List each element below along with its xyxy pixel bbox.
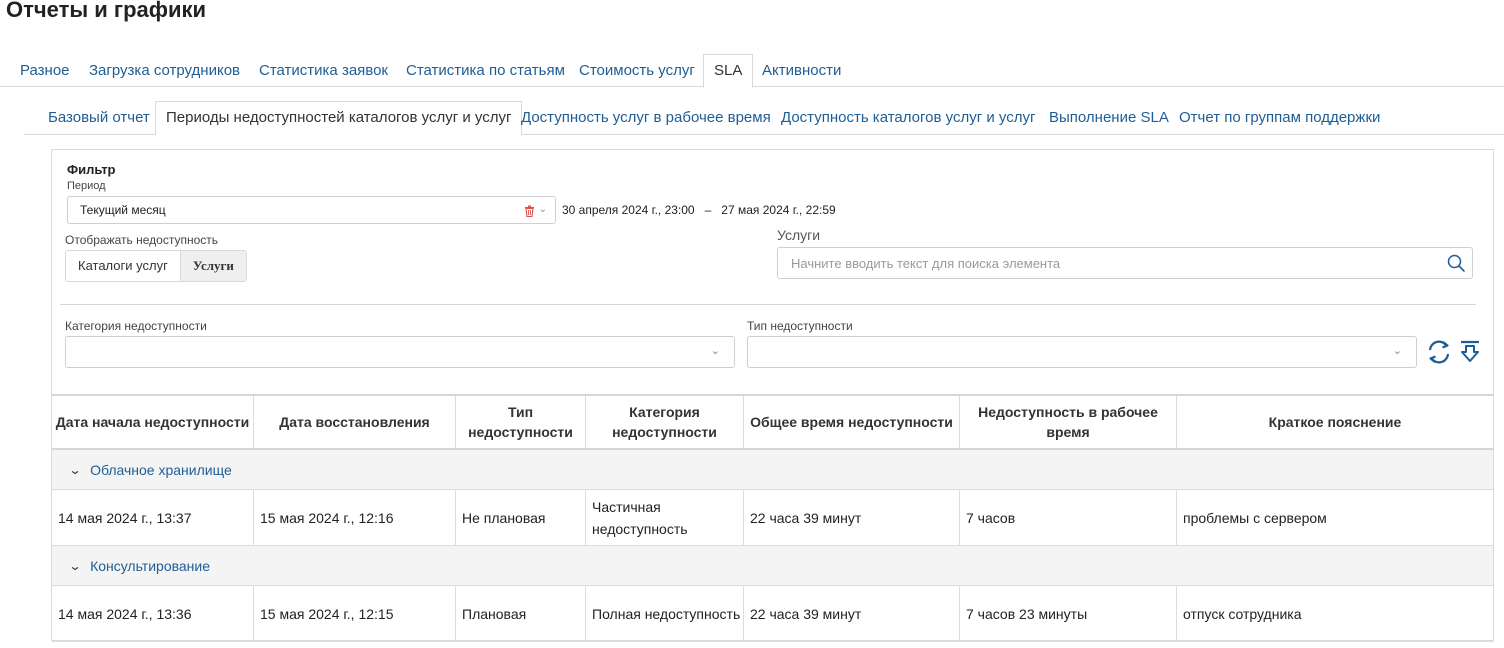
period-label: Период	[67, 180, 106, 192]
cell-comment: отпуск сотрудника	[1183, 605, 1302, 622]
header-start-date[interactable]: Дата начала недоступности	[52, 396, 254, 448]
chevron-down-icon: ⌄	[1392, 345, 1402, 357]
header-restore-date[interactable]: Дата восстановления	[254, 396, 456, 448]
chevron-down-icon[interactable]: ⌄	[68, 559, 81, 573]
cell-worktime: 7 часов	[960, 490, 1177, 545]
tab-sla[interactable]: SLA	[703, 54, 754, 88]
period-value: Текущий месяц	[80, 203, 166, 217]
date-range: 30 апреля 2024 г., 23:00–27 мая 2024 г.,…	[562, 203, 836, 217]
cell-category: Частичная недоступность	[586, 490, 744, 545]
cell-category: Полная недоступность	[586, 586, 744, 641]
tab-activities[interactable]: Активности	[762, 54, 841, 87]
date-from: 30 апреля 2024 г., 23:00	[562, 203, 695, 217]
tab-employee-load[interactable]: Загрузка сотрудников	[89, 54, 240, 87]
header-category[interactable]: Категория недоступности	[586, 396, 744, 448]
cell-total-time: 22 часа 39 минут	[744, 586, 960, 641]
services-search-input[interactable]	[778, 248, 1438, 278]
tab-misc[interactable]: Разное	[20, 54, 70, 87]
refresh-icon[interactable]	[1426, 339, 1452, 365]
cell-total-time: 22 часа 39 минут	[744, 490, 960, 545]
page-title: Отчеты и графики	[6, 0, 207, 22]
toggle-catalogs[interactable]: Каталоги услуг	[66, 251, 180, 281]
subtab-sla-execution[interactable]: Выполнение SLA	[1049, 101, 1169, 135]
table-row[interactable]: 14 мая 2024 г., 13:36 15 мая 2024 г., 12…	[52, 586, 1493, 642]
trash-icon[interactable]	[524, 197, 535, 223]
cell-type: Плановая	[456, 586, 586, 641]
show-toggle: Каталоги услуг Услуги	[65, 250, 247, 282]
chevron-down-icon[interactable]: ⌄	[68, 463, 81, 477]
cell-worktime: 7 часов 23 минуты	[960, 586, 1177, 641]
type-label: Тип недоступности	[747, 319, 853, 333]
chevron-down-icon: ⌄	[710, 345, 720, 357]
subtab-catalog-availability[interactable]: Доступность каталогов услуг и услуг	[781, 101, 1035, 135]
services-label: Услуги	[777, 227, 821, 243]
group-name[interactable]: Облачное хранилище	[90, 462, 232, 478]
cell-restore-date: 15 мая 2024 г., 12:16	[254, 490, 456, 545]
group-row[interactable]: ⌄ Консультирование	[52, 546, 1493, 586]
filter-title: Фильтр	[67, 162, 116, 177]
header-worktime[interactable]: Недоступность в рабочее время	[960, 396, 1177, 448]
table-row[interactable]: 14 мая 2024 г., 13:37 15 мая 2024 г., 12…	[52, 490, 1493, 546]
category-select[interactable]: ⌄	[65, 336, 735, 368]
report-panel: Фильтр Период Текущий месяц ⌄ 30 апреля …	[51, 149, 1494, 642]
chevron-down-icon[interactable]: ⌄	[539, 197, 547, 223]
report-table: Дата начала недоступности Дата восстанов…	[52, 394, 1493, 642]
group-name[interactable]: Консультирование	[90, 558, 210, 574]
subtab-basic-report[interactable]: Базовый отчет	[48, 101, 150, 135]
type-select[interactable]: ⌄	[747, 336, 1417, 368]
show-label: Отображать недоступность	[65, 233, 218, 247]
header-total-time[interactable]: Общее время недоступности	[744, 396, 960, 448]
subtab-service-availability-worktime[interactable]: Доступность услуг в рабочее время	[521, 101, 771, 135]
tab-request-stats[interactable]: Статистика заявок	[259, 54, 388, 87]
cell-restore-date: 15 мая 2024 г., 12:15	[254, 586, 456, 641]
export-icon[interactable]	[1457, 339, 1483, 365]
divider	[60, 304, 1476, 305]
group-row[interactable]: ⌄ Облачное хранилище	[52, 450, 1493, 490]
toggle-services[interactable]: Услуги	[179, 251, 246, 281]
search-icon[interactable]	[1446, 253, 1466, 273]
tab-service-cost[interactable]: Стоимость услуг	[579, 54, 695, 87]
main-tabs: Разное Загрузка сотрудников Статистика з…	[0, 54, 1504, 88]
period-select[interactable]: Текущий месяц ⌄	[67, 196, 556, 224]
cell-start-date: 14 мая 2024 г., 13:37	[52, 490, 254, 545]
services-search	[777, 247, 1473, 279]
tab-article-stats[interactable]: Статистика по статьям	[406, 54, 565, 87]
date-separator: –	[704, 203, 712, 217]
header-comment[interactable]: Краткое пояснение	[1177, 396, 1493, 448]
cell-comment: проблемы с сервером	[1183, 509, 1327, 526]
subtab-unavailability-periods[interactable]: Периоды недоступностей каталогов услуг и…	[155, 101, 523, 136]
sub-tabs: Базовый отчет Периоды недоступностей кат…	[24, 101, 1504, 136]
date-to: 27 мая 2024 г., 22:59	[721, 203, 836, 217]
cell-start-date: 14 мая 2024 г., 13:36	[52, 586, 254, 641]
cell-type: Не плановая	[456, 490, 586, 545]
header-type[interactable]: Тип недоступности	[456, 396, 586, 448]
subtab-support-groups[interactable]: Отчет по группам поддержки	[1179, 101, 1380, 135]
category-label: Категория недоступности	[65, 319, 207, 333]
table-header: Дата начала недоступности Дата восстанов…	[52, 394, 1493, 450]
